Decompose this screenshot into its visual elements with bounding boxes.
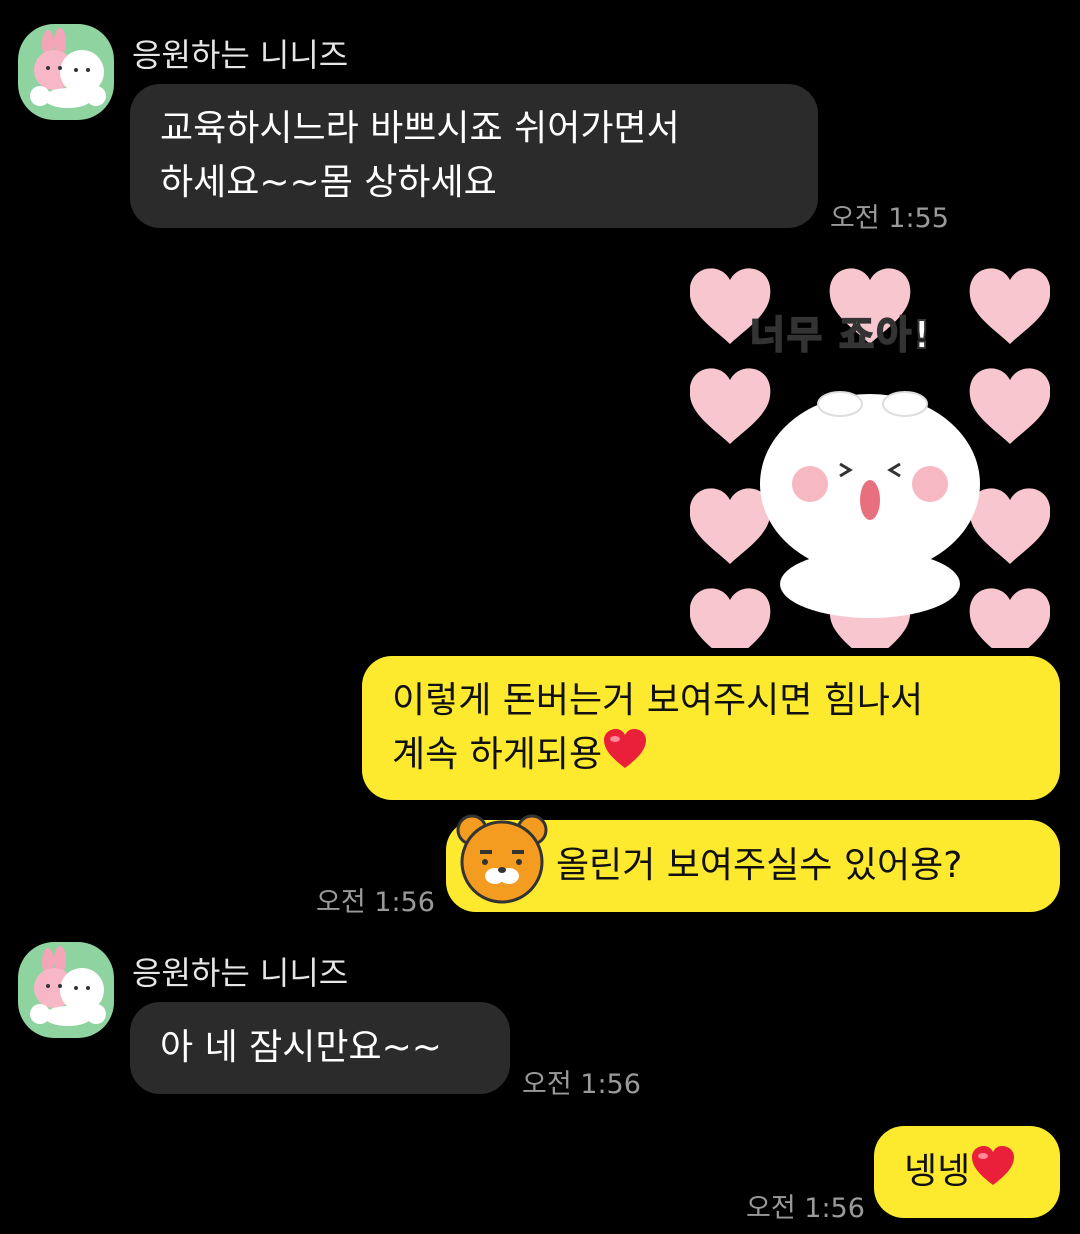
heart-icon bbox=[970, 1145, 1016, 1203]
message-text: 아 네 잠시만요~~ bbox=[160, 1027, 442, 1068]
sticker-image[interactable]: 너무 죠아! bbox=[689, 264, 1051, 664]
message-text: 올린거 보여주실수 있어용? bbox=[556, 845, 963, 886]
outgoing-message-bubble[interactable]: 넹넹 bbox=[874, 1126, 1060, 1218]
message-text-line: 하세요~~몸 상하세요 bbox=[160, 162, 497, 203]
message-text-line: 계속 하게되용 bbox=[392, 728, 1030, 786]
contact-avatar[interactable] bbox=[18, 24, 114, 120]
bunny-avatar-icon bbox=[30, 28, 106, 108]
message-time: 오전 1:56 bbox=[316, 887, 435, 918]
sender-name: 응원하는 니니즈 bbox=[132, 36, 349, 74]
message-text-line: 이렇게 돈버는거 보여주시면 힘나서 bbox=[392, 680, 924, 721]
incoming-message-bubble[interactable]: 교육하시느라 바쁘시죠 쉬어가면서 하세요~~몸 상하세요 bbox=[130, 84, 818, 228]
message-text: 넹넹 bbox=[904, 1151, 971, 1192]
message-time: 오전 1:55 bbox=[830, 203, 949, 234]
sticker-caption: 너무 죠아! bbox=[749, 312, 933, 358]
contact-avatar[interactable] bbox=[18, 942, 114, 1038]
message-text-line: 교육하시느라 바쁘시죠 쉬어가면서 bbox=[160, 108, 680, 149]
incoming-message-bubble[interactable]: 아 네 잠시만요~~ bbox=[130, 1002, 510, 1094]
message-time: 오전 1:56 bbox=[522, 1069, 641, 1100]
sender-name: 응원하는 니니즈 bbox=[132, 954, 349, 992]
outgoing-message-bubble[interactable]: 이렇게 돈버는거 보여주시면 힘나서 계속 하게되용 bbox=[362, 656, 1060, 800]
ryan-emoticon-icon bbox=[450, 812, 554, 908]
message-time: 오전 1:56 bbox=[746, 1193, 865, 1224]
heart-icon bbox=[602, 728, 648, 786]
bunny-avatar-icon bbox=[30, 946, 106, 1026]
